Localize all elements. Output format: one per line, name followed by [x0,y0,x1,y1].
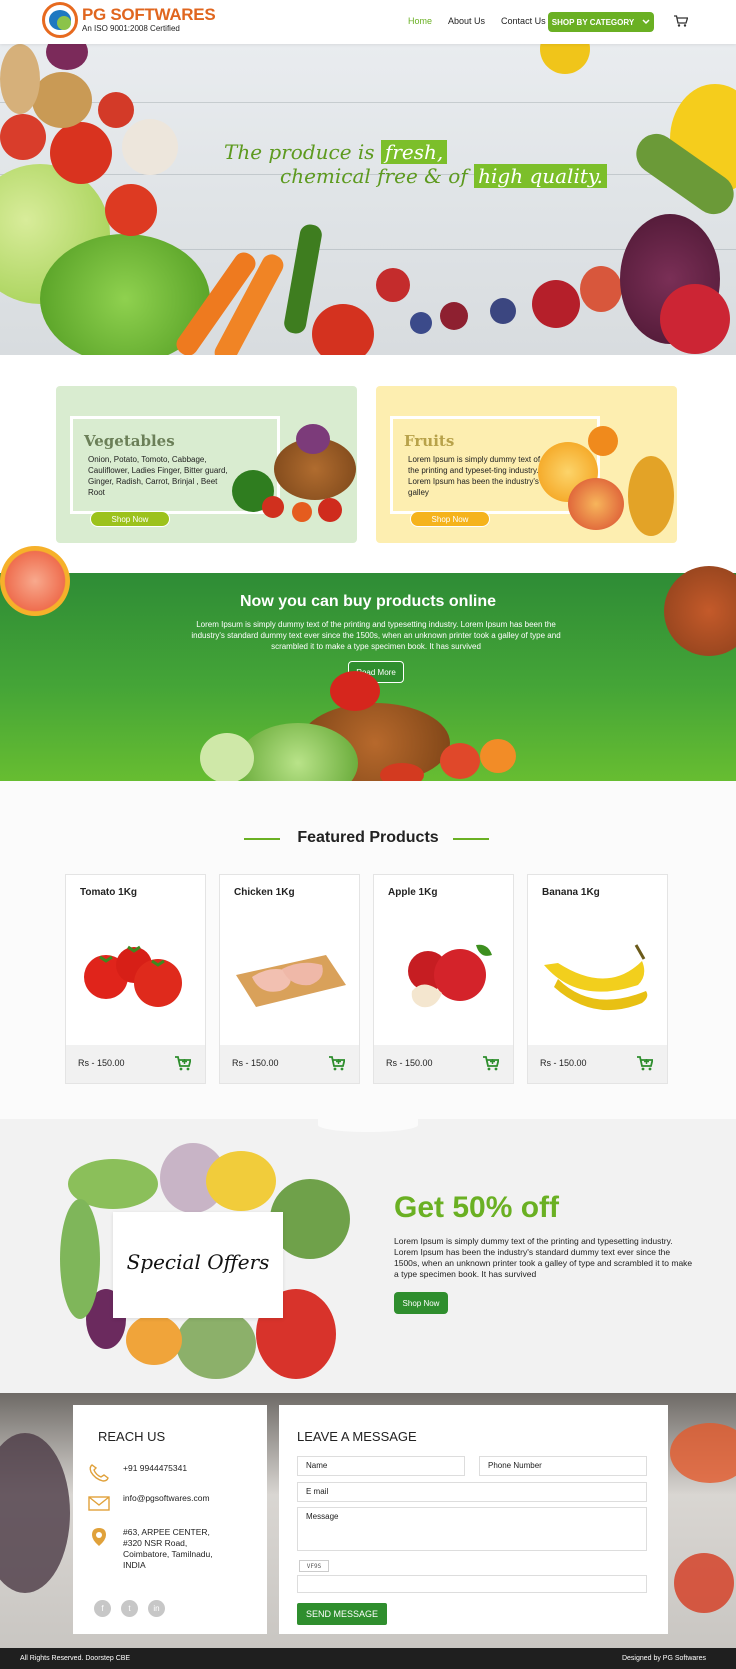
facebook-icon[interactable]: f [94,1600,111,1617]
message-form: LEAVE A MESSAGE Name Phone Number E mail… [279,1405,668,1634]
nav-about[interactable]: About Us [448,16,485,26]
add-to-cart-icon[interactable] [637,1055,653,1071]
product-price: Rs - 150.00 [78,1058,125,1068]
shop-by-category-button[interactable]: SHOP BY CATEGORY [548,12,654,32]
category-description: Onion, Potato, Tomoto, Cabbage, Cauliflo… [88,455,228,497]
captcha-image: VF9S [299,1560,329,1572]
offer-title: Get 50% off [394,1191,560,1224]
twitter-icon[interactable]: t [121,1600,138,1617]
offers-section: Special Offers Get 50% off Lorem Ipsum i… [0,1118,736,1393]
product-card[interactable]: Banana 1Kg Rs - 150.00 [527,874,668,1084]
category-button-label: SHOP BY CATEGORY [551,17,635,27]
captcha-input[interactable] [297,1575,647,1593]
product-price: Rs - 150.00 [386,1058,433,1068]
site-header: PG SOFTWARES An ISO 9001:2008 Certified … [0,0,736,44]
copyright-text: All Rights Reserved. Doorstep CBE [20,1655,131,1662]
category-title: Fruits [404,432,455,450]
category-title: Vegetables [84,432,175,450]
address: #63, ARPEE CENTER, #320 NSR Road, Coimba… [123,1527,213,1570]
site-footer: All Rights Reserved. Doorstep CBE Design… [0,1648,736,1669]
add-to-cart-icon[interactable] [175,1055,191,1071]
designer-credit: Designed by PG Softwares [621,1655,706,1662]
product-name: Tomato 1Kg [80,887,138,898]
email-field[interactable]: E mail [297,1482,647,1502]
product-price: Rs - 150.00 [540,1058,587,1068]
main-nav: Home About Us Contact Us [408,16,562,26]
product-name: Chicken 1Kg [234,887,295,898]
special-offers-card: Special Offers [113,1212,283,1318]
phone-field[interactable]: Phone Number [479,1456,647,1476]
product-card[interactable]: Apple 1Kg Rs - 150.00 [373,874,514,1084]
pineapple-image [628,456,674,536]
section-title: Featured Products [297,829,439,846]
product-price: Rs - 150.00 [232,1058,279,1068]
email-icon [88,1496,110,1511]
product-card[interactable]: Chicken 1Kg Rs - 150.00 [219,874,360,1084]
brand-name: PG SOFTWARES [82,5,216,24]
product-card[interactable]: Tomato 1Kg Rs - 150.00 [65,874,206,1084]
category-card-fruits[interactable]: Fruits Lorem Ipsum is simply dummy text … [376,386,677,543]
send-message-button[interactable]: SEND MESSAGE [297,1603,387,1625]
category-card-vegetables[interactable]: Vegetables Onion, Potato, Tomoto, Cabbag… [56,386,357,543]
linkedin-icon[interactable]: in [148,1600,165,1617]
email-address[interactable]: info@pgsoftwares.com [123,1493,210,1504]
nav-home[interactable]: Home [408,16,432,26]
reach-us-card: REACH US +91 9944475341 info@pgsoftwares… [73,1405,267,1634]
tomato-image [84,945,182,1007]
banner-text: Lorem Ipsum is simply dummy text of the … [191,620,561,651]
message-field[interactable]: Message [297,1507,647,1551]
shop-now-button[interactable]: Shop Now [90,511,170,527]
banana-image [544,944,648,1011]
product-name: Banana 1Kg [542,887,600,898]
logo[interactable]: PG SOFTWARES An ISO 9001:2008 Certified [42,2,216,38]
reach-us-title: REACH US [98,1429,166,1444]
cart-icon[interactable] [674,15,688,27]
message-title: LEAVE A MESSAGE [297,1429,417,1444]
name-field[interactable]: Name [297,1456,465,1476]
apple-image [408,944,492,1008]
offer-text: Lorem Ipsum is simply dummy text of the … [394,1236,693,1279]
add-to-cart-icon[interactable] [483,1055,499,1071]
location-icon [92,1528,106,1546]
chicken-image [236,955,346,1007]
hero-banner: The produce is fresh, chemical free & of… [0,44,736,355]
category-description: Lorem Ipsum is simply dummy text of the … [408,455,541,497]
grapefruit-image [0,546,70,616]
shop-now-button[interactable]: Shop Now [394,1292,448,1314]
shop-now-button[interactable]: Shop Now [410,511,490,527]
product-name: Apple 1Kg [388,887,438,898]
contact-section: REACH US +91 9944475341 info@pgsoftwares… [0,1393,736,1648]
phone-number[interactable]: +91 9944475341 [123,1463,187,1474]
nav-contact[interactable]: Contact Us [501,16,546,26]
brand-cert: An ISO 9001:2008 Certified [82,24,180,33]
hero-headline: The produce is fresh, chemical free & of… [224,140,607,188]
phone-icon [89,1464,109,1482]
chevron-down-icon [642,19,650,25]
promo-banner: Now you can buy products online Lorem Ip… [0,573,736,781]
banner-title: Now you can buy products online [239,593,496,610]
special-offers-label: Special Offers [126,1250,270,1274]
logo-icon [42,2,78,38]
add-to-cart-icon[interactable] [329,1055,345,1071]
